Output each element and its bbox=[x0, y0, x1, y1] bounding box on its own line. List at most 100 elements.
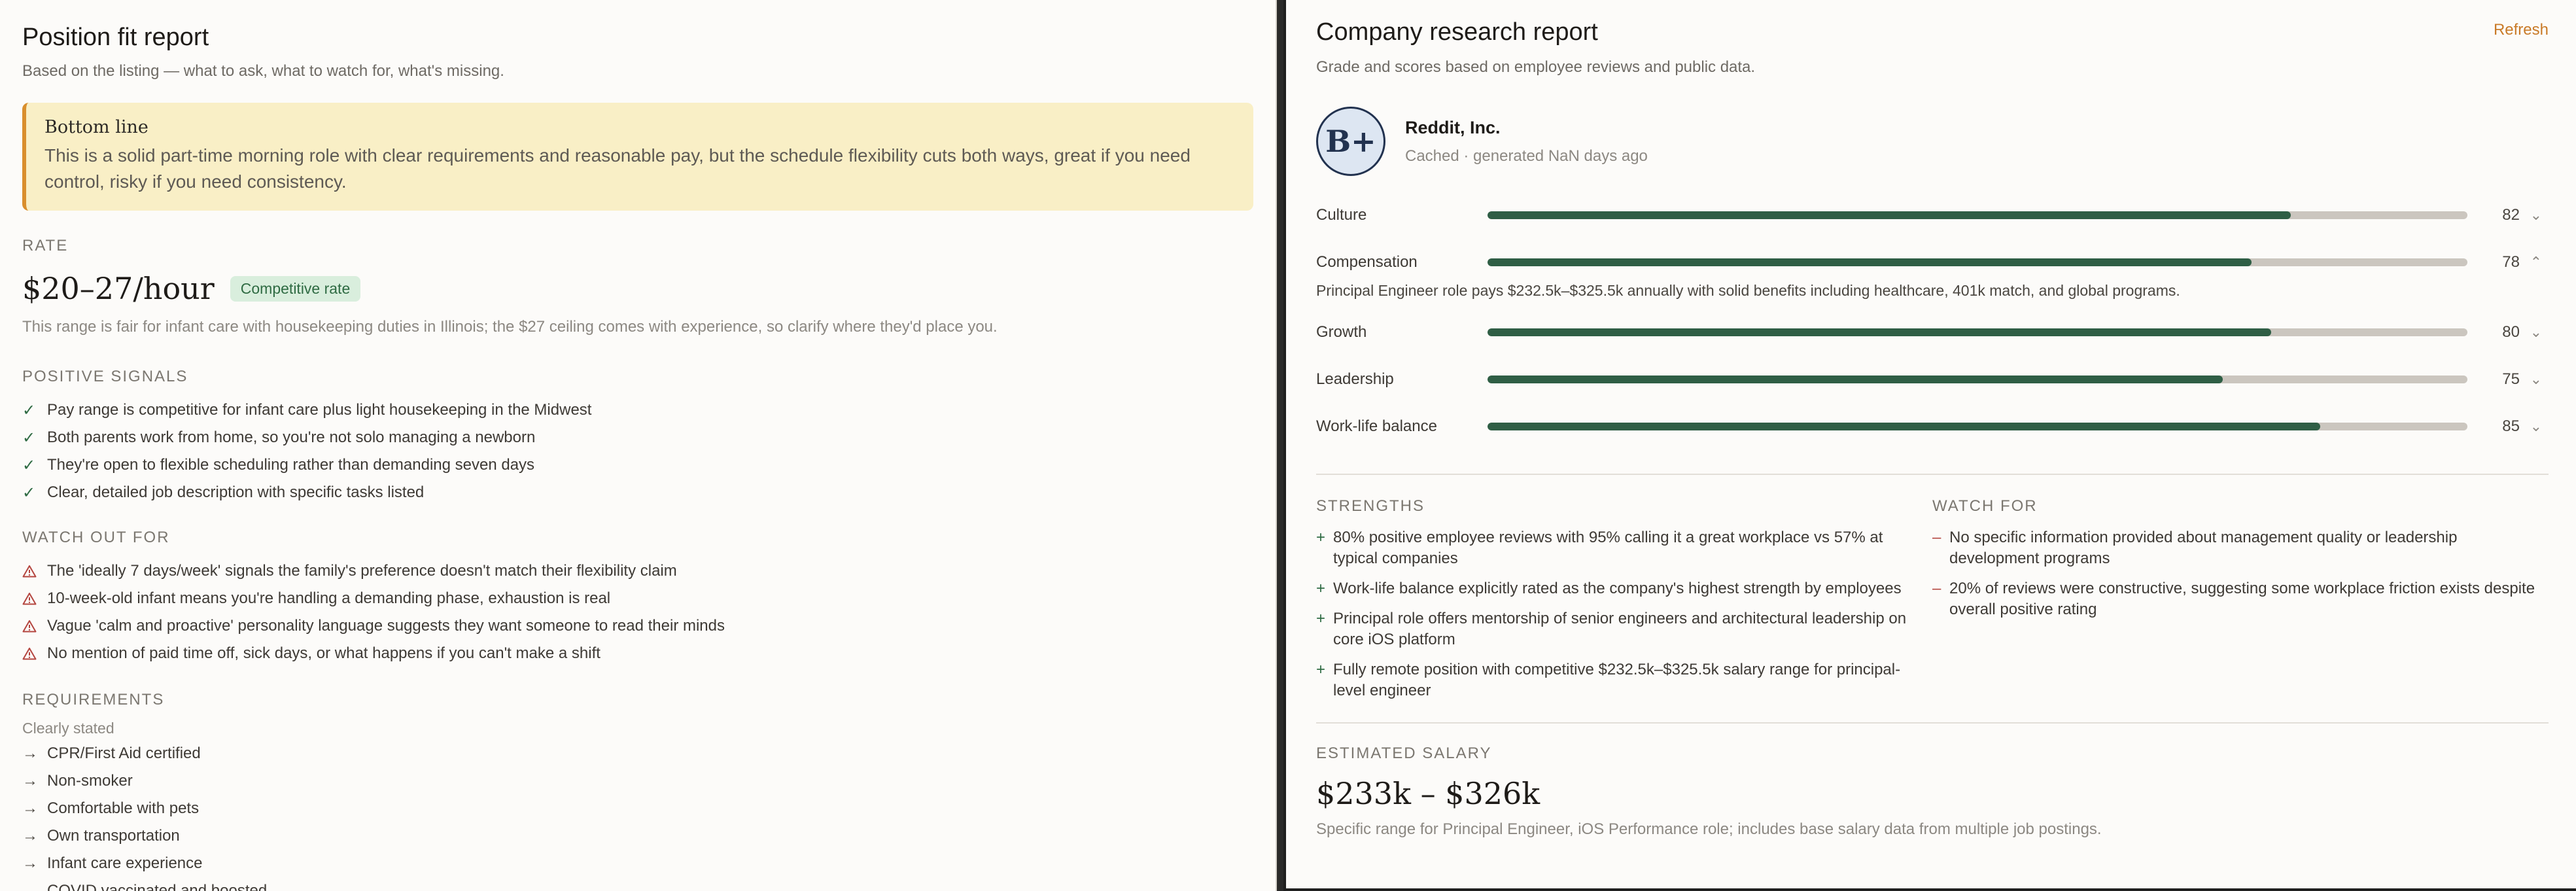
list-item: → Comfortable with pets bbox=[22, 799, 200, 817]
position-fit-title: Position fit report bbox=[22, 24, 209, 51]
list-item: The 'ideally 7 days/week' signals the fa… bbox=[22, 557, 1253, 585]
check-icon: ✓ bbox=[22, 483, 36, 502]
list-item: + Fully remote position with competitive … bbox=[1316, 659, 1932, 701]
estimated-salary-value: $233k – $326k bbox=[1316, 776, 1540, 811]
list-item: –20% of reviews were constructive, sugge… bbox=[1932, 578, 2549, 620]
strengths-column: STRENGTHS +80% positive employee reviews… bbox=[1316, 497, 1932, 710]
arrow-right-icon: → bbox=[22, 799, 38, 817]
minus-icon: – bbox=[1932, 580, 1941, 597]
rate-note: This range is fair for infant care with … bbox=[22, 318, 998, 336]
company-research-panel: Company research report Grade and scores… bbox=[1283, 0, 2576, 891]
minus-icon: – bbox=[1932, 529, 1941, 546]
compensation-detail: Principal Engineer role pays $232.5k–$32… bbox=[1316, 282, 2180, 299]
score-row-growth[interactable]: Growth 80 ⌄ bbox=[1316, 319, 2549, 345]
rate-value: $20–27/hour bbox=[22, 271, 215, 306]
divider bbox=[1316, 722, 2549, 724]
score-value: 82 bbox=[2502, 206, 2520, 224]
score-label: Leadership bbox=[1316, 370, 1394, 388]
chevron-down-icon[interactable]: ⌄ bbox=[2520, 418, 2542, 435]
company-info: Reddit, Inc. Cached · generated NaN days… bbox=[1405, 118, 1648, 166]
strengths-label: STRENGTHS bbox=[1316, 497, 1425, 515]
score-bar bbox=[1488, 211, 2467, 219]
score-bar-fill bbox=[1488, 328, 2272, 336]
list-item: +80% positive employee reviews with 95% … bbox=[1316, 527, 1932, 569]
check-icon: ✓ bbox=[22, 401, 36, 419]
score-bar bbox=[1488, 328, 2467, 336]
bottom-line-callout: Bottom line This is a solid part-time mo… bbox=[22, 103, 1253, 211]
requirements-list: → CPR/First Aid certified → Non-smoker → Co… bbox=[22, 740, 1253, 891]
score-row-leadership[interactable]: Leadership 75 ⌄ bbox=[1316, 366, 2549, 393]
requirements-subhead: Clearly stated bbox=[22, 720, 114, 737]
divider bbox=[1316, 474, 2549, 475]
positive-signals-label: POSITIVE SIGNALS bbox=[22, 368, 188, 385]
watch-for-label: WATCH FOR bbox=[1932, 497, 2038, 515]
company-name: Reddit, Inc. bbox=[1405, 117, 1501, 137]
score-value: 85 bbox=[2502, 417, 2520, 435]
company-research-header: Company research report Grade and scores… bbox=[1316, 0, 2549, 77]
strengths-watch-columns: STRENGTHS +80% positive employee reviews… bbox=[1316, 497, 2549, 710]
score-bar bbox=[1488, 423, 2467, 430]
arrow-right-icon: → bbox=[22, 744, 38, 762]
score-value: 75 bbox=[2502, 370, 2520, 388]
chevron-up-icon[interactable]: ⌃ bbox=[2520, 254, 2542, 271]
list-item: ✓ They're open to flexible scheduling rat… bbox=[22, 456, 535, 474]
watch-out-list: The 'ideally 7 days/week' signals the fa… bbox=[22, 557, 1253, 667]
list-item: → CPR/First Aid certified bbox=[22, 744, 201, 762]
list-item: → Non-smoker bbox=[22, 772, 133, 790]
score-value: 80 bbox=[2502, 323, 2520, 341]
watch-for-list: – No specific information provided about … bbox=[1932, 527, 2549, 620]
strengths-list: +80% positive employee reviews with 95% … bbox=[1316, 527, 1932, 701]
list-item: No mention of paid time off, sick days, … bbox=[22, 640, 1253, 667]
list-item: 10-week-old infant means you're handling… bbox=[22, 585, 1253, 612]
arrow-right-icon: → bbox=[22, 827, 38, 845]
warning-icon bbox=[22, 592, 47, 605]
score-value: 78 bbox=[2502, 253, 2520, 271]
list-item: ✓ Clear, detailed job description with sp… bbox=[22, 483, 425, 502]
bottom-line-text: This is a solid part-time morning role w… bbox=[44, 145, 1191, 192]
plus-icon: + bbox=[1316, 529, 1326, 546]
rate-label: RATE bbox=[22, 237, 69, 254]
score-row-culture[interactable]: Culture 82 ⌄ bbox=[1316, 202, 2549, 228]
warning-icon bbox=[22, 620, 47, 633]
list-item: → Own transportation bbox=[22, 827, 180, 845]
position-fit-panel: Position fit report Based on the listing… bbox=[0, 0, 1277, 891]
score-bar bbox=[1488, 376, 2467, 383]
score-bar-fill bbox=[1488, 376, 2223, 383]
score-bar-fill bbox=[1488, 211, 2291, 219]
list-item: ✓ Pay range is competitive for infant car… bbox=[22, 401, 592, 419]
check-icon: ✓ bbox=[22, 428, 36, 447]
company-summary: B+ Reddit, Inc. Cached · generated NaN d… bbox=[1316, 107, 2549, 176]
estimated-salary-label: ESTIMATED SALARY bbox=[1316, 744, 1492, 762]
score-list: Culture 82 ⌄ Compensation 78 ⌃ Principal… bbox=[1316, 202, 2549, 440]
list-item: → Infant care experience bbox=[22, 854, 203, 872]
cache-status: Cached · generated NaN days ago bbox=[1405, 147, 1648, 165]
list-item: → COVID vaccinated and boosted bbox=[22, 877, 1253, 891]
plus-icon: + bbox=[1316, 610, 1326, 627]
warning-icon bbox=[22, 647, 47, 660]
refresh-button[interactable]: Refresh bbox=[2494, 21, 2549, 39]
company-research-title: Company research report bbox=[1316, 18, 1598, 46]
plus-icon: + bbox=[1316, 580, 1326, 597]
company-research-subtitle: Grade and scores based on employee revie… bbox=[1316, 58, 1756, 76]
list-item: + Principal role offers mentorship of sen… bbox=[1316, 608, 1932, 650]
score-label: Work-life balance bbox=[1316, 417, 1437, 435]
competitive-rate-badge: Competitive rate bbox=[230, 275, 361, 302]
score-label: Compensation bbox=[1316, 253, 1418, 271]
score-bar-fill bbox=[1488, 423, 2321, 430]
score-row-compensation[interactable]: Compensation 78 ⌃ bbox=[1316, 249, 2549, 275]
grade-badge: B+ bbox=[1316, 107, 1385, 176]
estimated-salary-note: Specific range for Principal Engineer, i… bbox=[1316, 820, 2102, 838]
watch-out-label: WATCH OUT FOR bbox=[22, 529, 170, 546]
list-item: Vague 'calm and proactive' personality l… bbox=[22, 612, 1253, 640]
score-label: Culture bbox=[1316, 206, 1367, 224]
check-icon: ✓ bbox=[22, 456, 36, 474]
bottom-line-title: Bottom line bbox=[44, 117, 148, 137]
score-row-work-life-balance[interactable]: Work-life balance 85 ⌄ bbox=[1316, 413, 2549, 440]
warning-icon bbox=[22, 565, 47, 578]
requirements-label: REQUIREMENTS bbox=[22, 691, 165, 708]
position-fit-subtitle: Based on the listing — what to ask, what… bbox=[22, 62, 504, 80]
rate-row: $20–27/hour Competitive rate bbox=[22, 271, 1253, 306]
chevron-down-icon[interactable]: ⌄ bbox=[2520, 371, 2542, 388]
chevron-down-icon[interactable]: ⌄ bbox=[2520, 207, 2542, 224]
chevron-down-icon[interactable]: ⌄ bbox=[2520, 324, 2542, 341]
